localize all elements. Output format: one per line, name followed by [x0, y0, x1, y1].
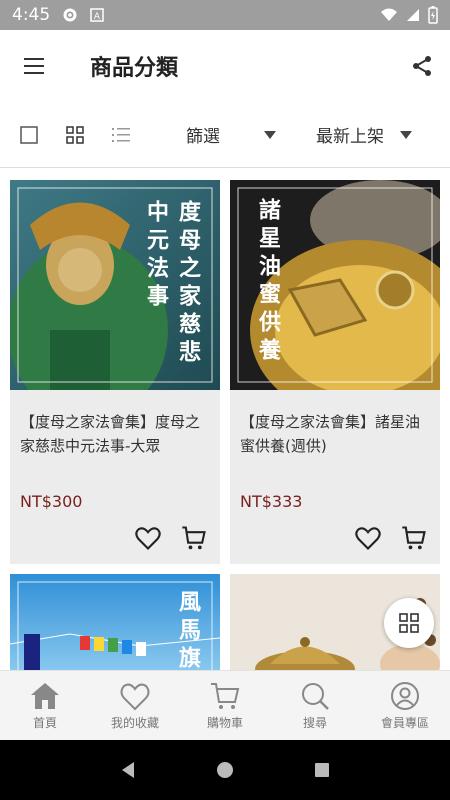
grid-fab-button[interactable] — [384, 598, 434, 648]
back-icon[interactable] — [118, 760, 138, 780]
product-image[interactable]: 諸星油蜜供養 — [230, 180, 440, 390]
svg-text:A: A — [94, 12, 101, 22]
status-bar: 4:45 A — [0, 0, 450, 30]
notification-a-icon: A — [90, 8, 104, 22]
grid-view-icon — [399, 613, 419, 633]
nav-label: 搜尋 — [302, 715, 327, 730]
cart-icon — [211, 682, 240, 709]
product-image-title: 諸星油蜜供養 — [255, 198, 281, 366]
share-button[interactable] — [394, 30, 450, 102]
nav-label: 首頁 — [32, 715, 57, 730]
nav-label: 會員專區 — [380, 715, 429, 730]
chevron-down-icon — [264, 130, 276, 139]
search-icon — [302, 682, 329, 710]
checkbox-icon — [20, 125, 38, 144]
recents-icon[interactable] — [312, 760, 332, 780]
add-to-cart-icon[interactable] — [400, 524, 428, 552]
product-price: NT$300 — [20, 492, 83, 511]
product-card[interactable]: 諸星油蜜供養 【度母之家法會集】諸星油蜜供養(週供) NT$333 — [230, 180, 440, 564]
list-view-button[interactable] — [98, 102, 144, 168]
favorite-heart-icon[interactable] — [354, 524, 382, 552]
settings-icon — [63, 8, 77, 22]
status-time: 4:45 — [12, 5, 51, 25]
chevron-down-icon — [400, 130, 412, 139]
product-name: 【度母之家法會集】諸星油蜜供養(週供) — [240, 413, 421, 455]
system-nav-bar — [0, 740, 450, 800]
favorite-heart-icon[interactable] — [134, 524, 162, 552]
grid-view-icon — [66, 125, 84, 144]
page-title: 商品分類 — [90, 56, 179, 81]
user-icon — [391, 681, 419, 710]
share-icon — [413, 56, 431, 76]
home-circle-icon[interactable] — [215, 760, 235, 780]
filter-dropdown[interactable]: 篩選 — [186, 122, 276, 147]
filter-bar: 篩選 最新上架 — [0, 102, 450, 168]
wifi-icon — [381, 8, 397, 21]
product-card[interactable]: 度母之家慈悲中元法事 【度母之家法會集】度母之家慈悲中元法事-大眾 NT$300 — [10, 180, 220, 564]
nav-item-cart[interactable]: 購物車 — [180, 671, 270, 740]
app-bar: 商品分類 — [0, 30, 450, 102]
grid-view-button[interactable] — [52, 102, 98, 168]
filter-label: 篩選 — [186, 127, 220, 147]
nav-item-search[interactable]: 搜尋 — [270, 671, 360, 740]
sort-dropdown[interactable]: 最新上架 — [316, 122, 412, 147]
nav-item-favorites[interactable]: 我的收藏 — [90, 671, 180, 740]
select-all-checkbox[interactable] — [6, 102, 52, 168]
sort-label: 最新上架 — [316, 127, 384, 147]
heart-icon — [120, 683, 150, 710]
product-image-title: 風馬旗 — [175, 590, 201, 674]
add-to-cart-icon[interactable] — [180, 524, 208, 552]
product-price: NT$333 — [240, 492, 303, 511]
home-icon — [31, 682, 59, 709]
list-view-icon — [112, 127, 130, 142]
battery-icon — [428, 6, 438, 24]
hamburger-icon — [24, 58, 44, 74]
nav-item-member[interactable]: 會員專區 — [360, 671, 450, 740]
nav-label: 購物車 — [206, 715, 243, 730]
nav-label: 我的收藏 — [110, 715, 159, 730]
menu-button[interactable] — [0, 30, 70, 102]
bottom-nav: 首頁 我的收藏 購物車 搜尋 會員專區 — [0, 670, 450, 740]
signal-icon — [407, 9, 419, 21]
product-image-title: 度母之家慈悲中元法事 — [143, 200, 201, 368]
product-card[interactable]: 風馬旗 — [10, 574, 220, 674]
product-name: 【度母之家法會集】度母之家慈悲中元法事-大眾 — [20, 413, 201, 455]
nav-item-home[interactable]: 首頁 — [0, 671, 90, 740]
product-image[interactable]: 度母之家慈悲中元法事 — [10, 180, 220, 390]
